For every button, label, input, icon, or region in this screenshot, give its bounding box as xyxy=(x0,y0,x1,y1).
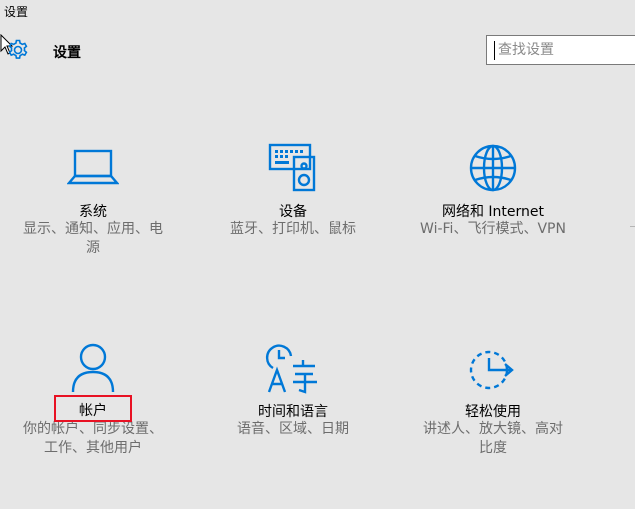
desc-line: 讲述人、放大镜、高对 xyxy=(423,421,563,437)
search-box[interactable] xyxy=(486,35,635,65)
tile-description: Wi-Fi、飞行模式、VPN xyxy=(398,220,588,239)
tile-ease-of-access[interactable]: 轻松使用 讲述人、放大镜、高对 比度 xyxy=(398,338,588,508)
text-caret xyxy=(494,41,495,60)
time-language-icon xyxy=(265,344,317,394)
globe-icon xyxy=(469,144,517,192)
ease-of-access-icon xyxy=(469,350,514,390)
desc-line: 比度 xyxy=(479,440,507,456)
tile-label: 轻松使用 xyxy=(465,404,521,420)
window-title: 设置 xyxy=(4,5,29,19)
gear-icon xyxy=(8,39,28,59)
desc-line: 工作、其他用户 xyxy=(44,440,142,456)
tile-label: 设备 xyxy=(279,204,307,220)
title-bar: 设置 xyxy=(0,0,635,22)
tile-devices[interactable]: 设备 蓝牙、打印机、鼠标 xyxy=(198,138,388,308)
tile-accounts[interactable]: 帐户 你的帐户、同步设置、 工作、其他用户 xyxy=(0,338,188,508)
tile-description: 蓝牙、打印机、鼠标 xyxy=(198,220,388,239)
desc-line: 源 xyxy=(86,240,100,256)
person-icon xyxy=(71,343,115,393)
desc-line: 显示、通知、应用、电 xyxy=(23,221,163,237)
accounts-highlight-box xyxy=(54,395,132,422)
keyboard-speaker-icon xyxy=(268,143,316,192)
tile-time-language[interactable]: 时间和语言 语音、区域、日期 xyxy=(198,338,388,508)
desc-line: 语音、区域、日期 xyxy=(237,421,349,437)
tile-label: 网络和 Internet xyxy=(441,204,545,220)
page-title: 设置 xyxy=(53,45,81,61)
tile-system[interactable]: 系统 显示、通知、应用、电 源 xyxy=(0,138,188,308)
tile-description: 语音、区域、日期 xyxy=(198,420,388,439)
desc-line: 蓝牙、打印机、鼠标 xyxy=(230,221,356,237)
divider xyxy=(630,226,635,227)
tile-description: 你的帐户、同步设置、 工作、其他用户 xyxy=(0,420,188,458)
tile-label: 时间和语言 xyxy=(258,404,328,420)
desc-line: Wi-Fi、飞行模式、VPN xyxy=(420,221,566,237)
desc-line: 你的帐户、同步设置、 xyxy=(23,421,163,437)
tile-label: 系统 xyxy=(79,204,107,220)
search-input[interactable] xyxy=(487,36,635,64)
tile-description: 讲述人、放大镜、高对 比度 xyxy=(398,420,588,458)
tile-network[interactable]: 网络和 Internet Wi-Fi、飞行模式、VPN xyxy=(398,138,588,308)
laptop-icon xyxy=(67,149,119,185)
tile-description: 显示、通知、应用、电 源 xyxy=(0,220,188,258)
